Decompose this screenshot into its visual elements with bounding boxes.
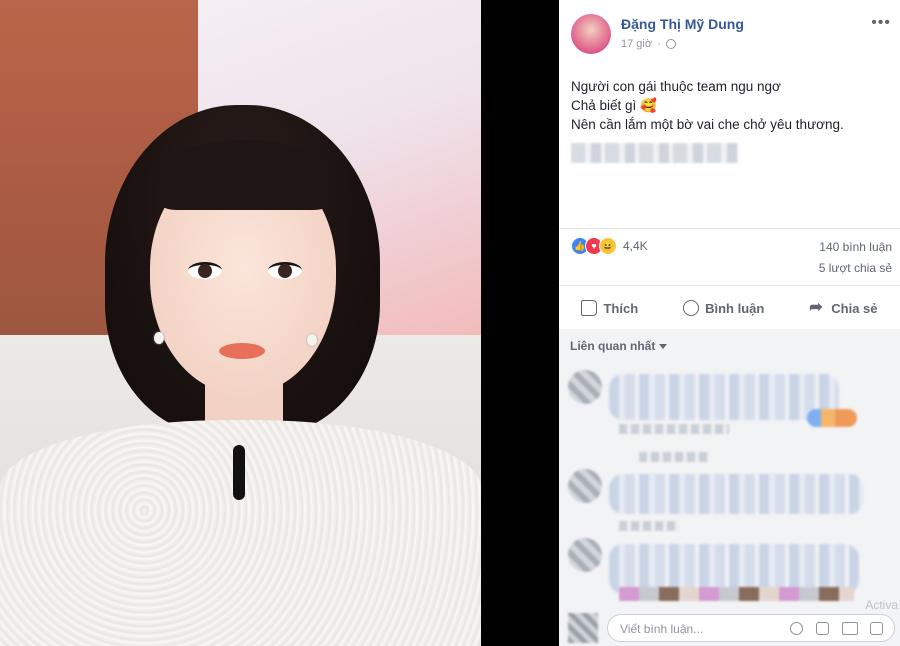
shares-count[interactable]: 5 lượt chia sẻ [819, 261, 892, 275]
comment-image-strip [619, 587, 854, 601]
share-button[interactable]: Chia sẻ [809, 297, 878, 317]
left-eye [188, 262, 222, 279]
comment-avatar[interactable] [568, 469, 602, 503]
author-name[interactable]: Đặng Thị Mỹ Dung [621, 16, 744, 32]
comment-avatar[interactable] [568, 538, 602, 572]
post-text-line: Chả biết gì 🥰 [571, 98, 657, 113]
emoji-icon[interactable] [790, 622, 803, 635]
left-earring [154, 332, 164, 344]
hair-bangs [160, 140, 330, 210]
share-label: Chia sẻ [831, 300, 878, 316]
right-earring [307, 334, 317, 346]
post-text-line: Nên cần lắm một bờ vai che chở yêu thươn… [571, 117, 844, 132]
right-eye [268, 262, 302, 279]
comments-section: Liên quan nhất [559, 329, 900, 646]
reactions-count: 4,4K [623, 239, 648, 253]
comment-reactions[interactable] [807, 409, 857, 427]
globe-icon[interactable] [665, 39, 676, 49]
share-icon [809, 297, 825, 317]
comment-meta [619, 521, 679, 531]
post-time[interactable]: 17 giờ [621, 38, 652, 50]
post-text: Người con gái thuộc team ngu ngơ Chả biế… [571, 77, 844, 134]
comment-sort-dropdown[interactable]: Liên quan nhất [570, 339, 668, 353]
viewer-background [481, 0, 559, 646]
post-panel: Đặng Thị Mỹ Dung 17 giờ · ••• Người con … [559, 0, 900, 646]
chevron-down-icon [659, 344, 668, 350]
thumb-icon [581, 300, 598, 316]
gif-icon[interactable] [842, 622, 858, 635]
comment-placeholder: Viết bình luận... [620, 622, 704, 636]
comment-icon [683, 300, 700, 316]
post-meta: 17 giờ · [621, 38, 676, 50]
watermark: Activa [865, 598, 898, 612]
bullet-separator: · [657, 38, 661, 50]
divider [559, 228, 900, 229]
sort-label: Liên quan nhất [570, 339, 656, 353]
comment-composer: Viết bình luận... [559, 609, 900, 646]
comment-reply-link[interactable] [639, 452, 709, 462]
post-header: Đặng Thị Mỹ Dung 17 giờ · ••• [571, 12, 891, 56]
more-icon[interactable]: ••• [871, 14, 891, 32]
camera-icon[interactable] [816, 622, 829, 635]
sticker-icon[interactable] [870, 622, 883, 635]
comment-meta [619, 424, 729, 434]
reactions-summary[interactable]: 👍 ♥ 😆 4,4K [571, 237, 648, 255]
lips [219, 343, 265, 359]
comment-input[interactable]: Viết bình luận... [607, 614, 895, 642]
comment-bubble [609, 474, 864, 514]
like-label: Thích [603, 300, 639, 316]
action-bar: Thích Bình luận Chia sẻ [559, 294, 900, 322]
blurred-text [571, 143, 739, 163]
lapel-microphone [233, 445, 245, 500]
comments-count[interactable]: 140 bình luận [819, 240, 892, 254]
haha-reaction-icon: 😆 [599, 237, 617, 255]
author-avatar[interactable] [571, 14, 611, 54]
post-text-line: Người con gái thuộc team ngu ngơ [571, 79, 781, 94]
post-photo[interactable] [0, 0, 481, 646]
divider [559, 285, 900, 286]
comment-button[interactable]: Bình luận [683, 300, 764, 316]
comment-label: Bình luận [705, 300, 765, 316]
comment-bubble [609, 374, 839, 420]
like-button[interactable]: Thích [581, 300, 638, 316]
viewer-avatar [568, 613, 598, 643]
comment-avatar[interactable] [568, 370, 602, 404]
